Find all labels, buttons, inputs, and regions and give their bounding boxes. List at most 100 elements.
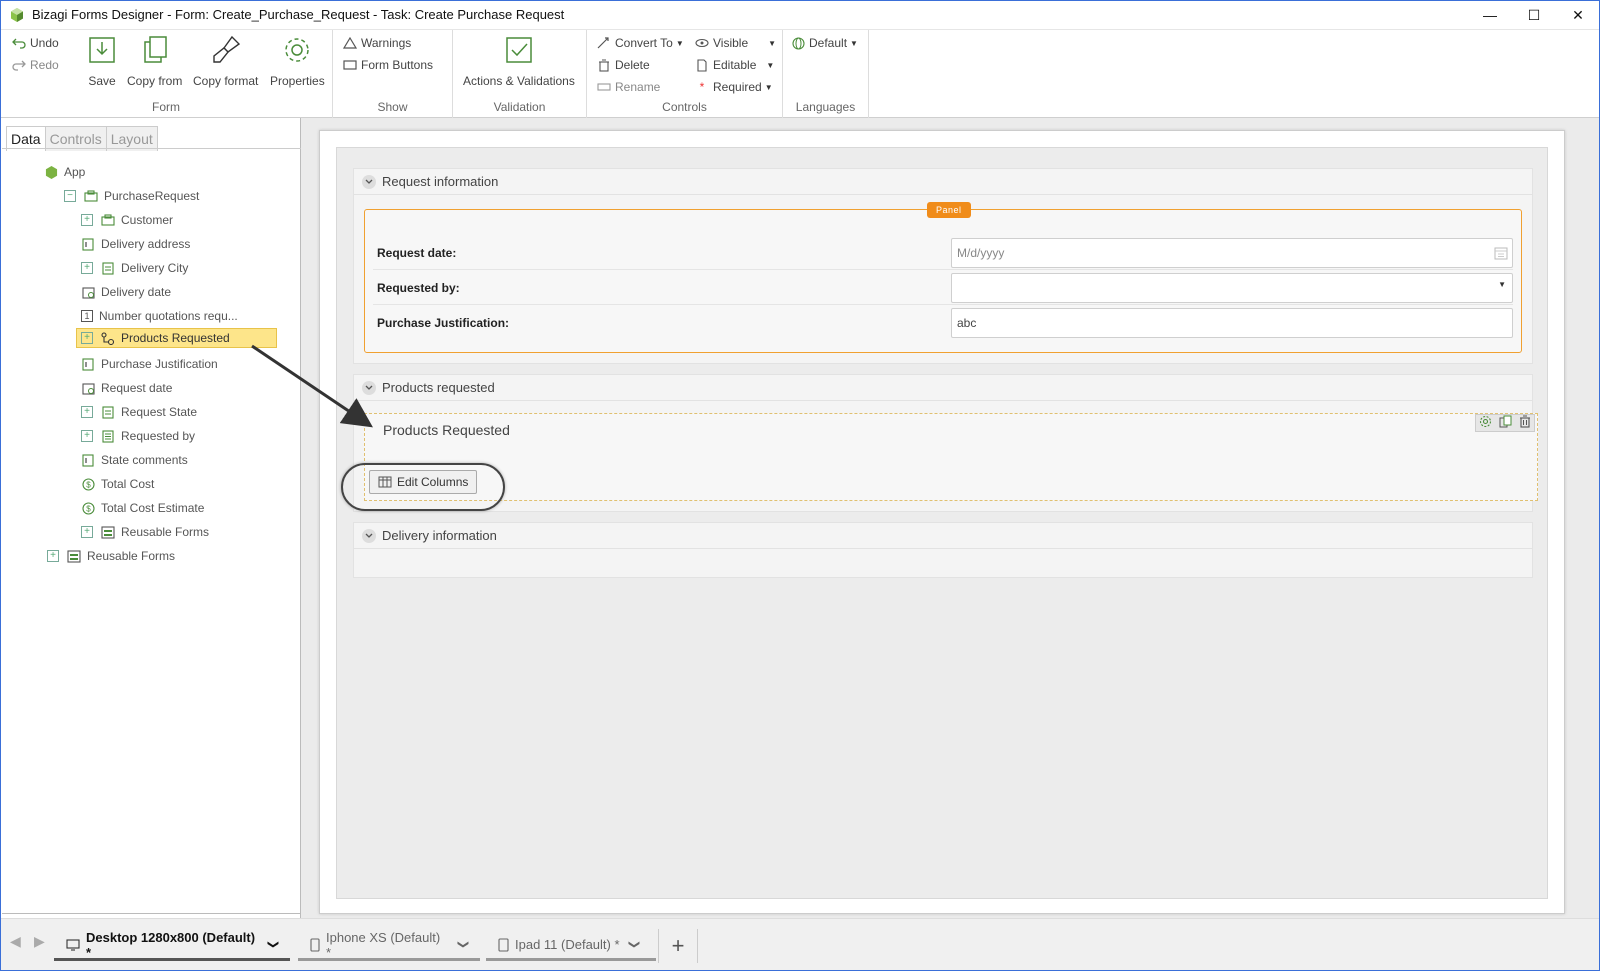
tree-item-request-date[interactable]: Request date	[81, 378, 172, 398]
add-device-button[interactable]: +	[658, 929, 698, 963]
convert-to-button[interactable]: Convert To ▼	[597, 36, 684, 50]
tree-item-total-cost-estimate[interactable]: $ Total Cost Estimate	[81, 498, 204, 518]
chevron-down-icon[interactable]	[362, 528, 376, 543]
group-header[interactable]: Products requested	[354, 375, 1532, 401]
trash-icon[interactable]	[1519, 415, 1531, 431]
warnings-button[interactable]: Warnings	[343, 36, 411, 50]
form-buttons-button[interactable]: Form Buttons	[343, 58, 433, 72]
properties-button[interactable]: Properties	[270, 34, 325, 88]
collapse-icon[interactable]: −	[64, 190, 76, 202]
copy-format-button[interactable]: Copy format	[193, 34, 258, 88]
required-button[interactable]: * Required ▼	[695, 80, 773, 94]
languages-group-label: Languages	[795, 100, 856, 114]
chevron-down-icon[interactable]: ❯	[457, 940, 470, 949]
minimize-button[interactable]: —	[1468, 0, 1512, 30]
form-body: Request information Panel Request date: …	[336, 147, 1548, 899]
tree-item-total-cost[interactable]: $ Total Cost	[81, 474, 154, 494]
tree-item-delivery-date[interactable]: Delivery date	[81, 282, 171, 302]
language-dropdown[interactable]: Default ▼	[791, 36, 858, 50]
group-header[interactable]: Request information	[354, 169, 1532, 195]
copy-icon[interactable]	[1499, 415, 1512, 431]
expand-icon[interactable]: +	[47, 550, 59, 562]
form-buttons-icon	[343, 58, 357, 72]
chevron-down-icon[interactable]	[362, 380, 376, 395]
editable-button[interactable]: Editable ▼	[695, 58, 774, 72]
entity-icon	[101, 213, 115, 227]
text-attribute-icon	[81, 453, 95, 467]
undo-button[interactable]: Undo	[12, 36, 59, 50]
form-icon	[67, 549, 81, 563]
ribbon-group-show: Warnings Form Buttons Show	[333, 30, 453, 118]
cube-icon	[44, 165, 58, 179]
calendar-icon[interactable]	[1494, 246, 1508, 263]
tree-item-customer[interactable]: + Customer	[81, 210, 173, 230]
scroll-left-icon[interactable]: ◀	[10, 933, 21, 950]
actions-validations-button[interactable]: Actions & Validations	[463, 34, 575, 88]
group-delivery-information[interactable]: Delivery information	[353, 522, 1533, 578]
form-icon	[101, 525, 115, 539]
tree-item-delivery-city[interactable]: + Delivery City	[81, 258, 188, 278]
highlight-callout	[341, 463, 505, 511]
gear-icon[interactable]	[1479, 415, 1492, 431]
expand-icon[interactable]: +	[81, 262, 93, 274]
requested-by-combo[interactable]: ▼	[951, 272, 1513, 303]
tree-item-requested-by[interactable]: + Requested by	[81, 426, 195, 446]
copy-from-button[interactable]: Copy from	[127, 34, 182, 88]
tree-item-delivery-address[interactable]: Delivery address	[81, 234, 190, 254]
chevron-down-icon[interactable]: ❯	[267, 940, 280, 949]
visible-button[interactable]: Visible ▼	[695, 36, 776, 50]
justification-input[interactable]: abc	[951, 308, 1513, 338]
tab-desktop[interactable]: Desktop 1280x800 (Default) * ❯	[54, 930, 290, 961]
copy-from-icon	[143, 36, 167, 63]
rename-button[interactable]: Rename	[597, 80, 660, 94]
group-header[interactable]: Delivery information	[354, 523, 1532, 549]
group-request-information[interactable]: Request information Panel Request date: …	[353, 168, 1533, 364]
ribbon-group-controls: Convert To ▼ Delete Rename Visible ▼ Edita…	[587, 30, 783, 118]
tree-item-reusable-forms-child[interactable]: + Reusable Forms	[81, 522, 209, 542]
caret-down-icon[interactable]: ▼	[1498, 280, 1506, 289]
maximize-button[interactable]: ☐	[1512, 0, 1556, 30]
request-date-input[interactable]: M/d/yyyy	[951, 237, 1513, 268]
caret-down-icon: ▼	[766, 60, 775, 70]
save-button[interactable]: Save	[86, 34, 118, 88]
entity-icon	[84, 189, 98, 203]
panel-bottom-divider	[2, 913, 301, 914]
tab-ipad[interactable]: Ipad 11 (Default) * ❯	[486, 931, 656, 961]
currency-icon: $	[81, 477, 95, 491]
tree-item-number-quotations[interactable]: 1 Number quotations requ...	[81, 306, 238, 326]
ribbon-group-languages: Default ▼ Languages	[783, 30, 869, 118]
parameter-entity-icon	[101, 261, 115, 275]
data-panel: Data Controls Layout App − PurchaseReque…	[2, 118, 301, 918]
chevron-down-icon[interactable]	[362, 174, 376, 189]
group-products-requested[interactable]: Products requested Products Requested Ed…	[353, 374, 1538, 512]
expand-icon[interactable]: +	[81, 332, 93, 344]
text-attribute-icon	[81, 357, 95, 371]
tree-item-purchaserequest[interactable]: − PurchaseRequest	[64, 186, 199, 206]
panel-container[interactable]: Panel Request date: M/d/yyyy Requested b…	[364, 202, 1522, 353]
number-attribute-icon: 1	[81, 310, 93, 322]
delete-button[interactable]: Delete	[597, 58, 650, 72]
expand-icon[interactable]: +	[81, 526, 93, 538]
scroll-right-icon[interactable]: ▶	[34, 933, 45, 950]
expand-icon[interactable]: +	[81, 406, 93, 418]
expand-icon[interactable]: +	[81, 430, 93, 442]
edit-icon	[695, 58, 709, 72]
close-button[interactable]: ✕	[1556, 0, 1600, 30]
globe-icon	[791, 36, 805, 50]
tree-item-state-comments[interactable]: State comments	[81, 450, 188, 470]
tab-iphone[interactable]: Iphone XS (Default) * ❯	[298, 930, 480, 961]
collection-icon	[101, 331, 115, 345]
products-grid[interactable]: Products Requested Edit Columns	[364, 413, 1538, 501]
text-attribute-icon	[81, 237, 95, 251]
expand-icon[interactable]: +	[81, 214, 93, 226]
tree-item-app[interactable]: App	[44, 162, 85, 182]
redo-icon	[12, 58, 26, 72]
chevron-down-icon[interactable]: ❯	[628, 940, 641, 949]
tree-item-request-state[interactable]: + Request State	[81, 402, 197, 422]
redo-button[interactable]: Redo	[12, 58, 59, 72]
paintbrush-icon	[212, 35, 240, 63]
controls-group-label: Controls	[662, 100, 707, 114]
tree-item-purchase-justification[interactable]: Purchase Justification	[81, 354, 218, 374]
tree-item-products-requested[interactable]: + Products Requested	[76, 328, 277, 348]
tree-item-reusable-forms[interactable]: + Reusable Forms	[47, 546, 175, 566]
